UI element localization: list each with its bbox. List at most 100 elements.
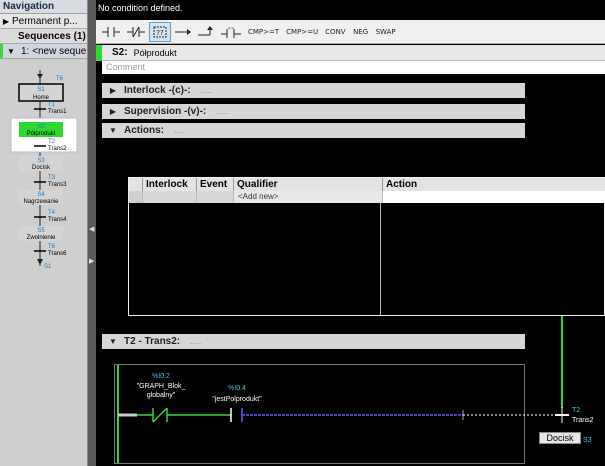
next-step-docisk[interactable]: Docisk — [539, 432, 581, 444]
transition-label: T2 - Trans2: — [124, 336, 181, 347]
transition-t1-name: Trans1 — [48, 109, 67, 115]
collapse-left-icon[interactable]: ◀ — [89, 226, 95, 234]
navigation-title: Navigation — [0, 0, 87, 14]
sequence-item[interactable]: ▼ 1: <new seque — [0, 44, 87, 59]
chevron-down-icon[interactable]: ▼ — [102, 126, 124, 135]
status-message: No condition defined. — [96, 0, 605, 16]
sequence-overview: T6 S1 Home T1 Trans1 S2 Półprodukt T2 Tr… — [0, 60, 87, 466]
chevron-right-icon[interactable]: ▶ — [102, 86, 124, 95]
open-branch-icon[interactable] — [172, 22, 194, 42]
step-s5-id: S5 — [37, 228, 45, 234]
column-interlock[interactable]: Interlock — [143, 178, 197, 191]
step-s1-name: Home — [33, 95, 50, 101]
target-step-id: S3 — [583, 437, 592, 444]
step-s4[interactable]: S4 Nagrzewanie — [19, 190, 63, 205]
transition-t6-name: Trans6 — [48, 251, 67, 257]
comment-field[interactable]: Comment — [102, 61, 605, 74]
section-dots: ..... — [190, 337, 202, 346]
pane-splitter[interactable]: ◀ ▶ — [88, 0, 96, 466]
step-s1[interactable]: S1 Home — [18, 83, 64, 102]
step-s4-id: S4 — [37, 192, 45, 198]
action-cell[interactable] — [383, 191, 605, 203]
chevron-down-icon[interactable]: ▼ — [5, 47, 17, 56]
transition-t1-id: T1 — [48, 102, 56, 108]
section-dots: ..... — [174, 126, 186, 135]
step-s4-name: Nagrzewanie — [23, 199, 59, 205]
transition-t3-name: Trans3 — [48, 182, 67, 188]
expand-right-icon[interactable]: ▶ — [89, 258, 95, 266]
table-row[interactable]: <Add new> — [129, 191, 605, 203]
cmp-time-button[interactable]: CMP>=T — [245, 22, 282, 42]
step-title[interactable]: Półprodukt — [128, 48, 177, 58]
sequences-header[interactable]: Sequences (1) — [0, 29, 87, 44]
contact2-address: %I0.4 — [228, 385, 246, 392]
transition-t6-id: T6 — [48, 244, 56, 250]
column-event[interactable]: Event — [197, 178, 234, 191]
actions-table: Interlock Event Qualifier Action <Add ne… — [128, 177, 605, 316]
actions-section[interactable]: ▼ Actions: ..... — [102, 123, 525, 138]
section-dots: ..... — [216, 107, 228, 116]
column-action[interactable]: Action — [383, 178, 605, 191]
transition-t4[interactable]: T4 Trans4 — [34, 210, 67, 223]
chevron-right-icon[interactable]: ▶ — [102, 107, 124, 116]
transition-t4-id: T4 — [48, 210, 56, 216]
step-editor: No condition defined. ?? == CMP>=T CMP>=… — [96, 0, 605, 466]
contact1-tag1: "GRAPH_Blok_ — [137, 383, 186, 390]
row-header-cell — [129, 178, 143, 191]
step-s5[interactable]: S5 Zwolnienie — [19, 226, 63, 241]
row-handle[interactable] — [129, 191, 143, 203]
bottom-jump-label: S1 — [44, 264, 52, 270]
transition-t1[interactable]: T1 Trans1 — [34, 102, 67, 115]
interlock-cell[interactable] — [143, 191, 197, 203]
transition-ladder: %I0.2 "GRAPH_Blok_ globalny" %I0.4 "jest… — [117, 365, 594, 463]
contact1-tag2: globalny" — [147, 392, 176, 399]
column-qualifier[interactable]: Qualifier — [234, 178, 383, 191]
transition-t3-id: T3 — [48, 175, 56, 181]
add-new-cell[interactable]: <Add new> — [234, 191, 383, 203]
step-s3-name: Docisk — [32, 165, 51, 171]
transition-t6[interactable]: T6 Trans6 — [34, 244, 67, 257]
transition-t4-name: Trans4 — [48, 217, 67, 223]
step-s2[interactable]: S2 Półprodukt — [19, 122, 63, 137]
step-s2-id: S2 — [37, 124, 45, 130]
transition-t2-name: Trans2 — [48, 146, 67, 152]
transition-network: %I0.2 "GRAPH_Blok_ globalny" %I0.4 "jest… — [114, 364, 594, 464]
chevron-right-icon[interactable]: ▶ — [0, 17, 12, 26]
step-header: S2: Półprodukt — [96, 44, 605, 61]
step-s3-id: S3 — [37, 158, 45, 164]
comparison-contact-icon[interactable]: == — [218, 22, 244, 42]
svg-text:??: ?? — [156, 29, 164, 37]
top-jump-label: T6 — [56, 76, 64, 82]
step-s3[interactable]: S3 Docisk — [19, 156, 63, 171]
step-s5-name: Zwolnienie — [27, 235, 56, 241]
sequence-item-label: 1: <new seque — [21, 45, 87, 57]
step-id: S2: — [112, 47, 128, 58]
conv-button[interactable]: CONV — [322, 22, 348, 42]
chevron-down-icon[interactable]: ▼ — [102, 337, 124, 346]
neg-button[interactable]: NEG — [350, 22, 372, 42]
transition-t3[interactable]: T3 Trans3 — [34, 175, 67, 188]
cmp-time-u-button[interactable]: CMP>=U — [283, 22, 321, 42]
swap-button[interactable]: SWAP — [373, 22, 399, 42]
section-dots: ..... — [200, 86, 212, 95]
active-marker — [0, 44, 3, 58]
contact-jest-polprodukt[interactable]: %I0.4 "jestPolprodukt" — [212, 385, 262, 422]
normally-open-contact-icon[interactable] — [99, 22, 123, 42]
interlock-label: Interlock -(c)-: — [124, 85, 191, 96]
interlock-section[interactable]: ▶ Interlock -(c)-: ..... — [102, 83, 525, 98]
transition-section[interactable]: ▼ T2 - Trans2: ..... — [102, 334, 525, 349]
navigation-pane: Navigation ▶ Permanent p... Sequences (1… — [0, 0, 88, 466]
target-transition-name: Trans2 — [572, 417, 594, 424]
column-divider — [380, 203, 381, 315]
supervision-section[interactable]: ▶ Supervision -(v)-: ..... — [102, 104, 525, 119]
permanent-operations-item[interactable]: ▶ Permanent p... — [0, 14, 87, 29]
supervision-label: Supervision -(v)-: — [124, 106, 207, 117]
svg-text:==: == — [228, 26, 235, 30]
empty-box-icon[interactable]: ?? — [149, 21, 171, 42]
step-s1-id: S1 — [37, 87, 45, 93]
close-branch-icon[interactable] — [195, 22, 217, 42]
normally-closed-contact-icon[interactable] — [124, 22, 148, 42]
contact2-tag: "jestPolprodukt" — [212, 396, 262, 403]
sequence-graph: T6 S1 Home T1 Trans1 S2 Półprodukt T2 Tr… — [10, 70, 78, 270]
event-cell[interactable] — [197, 191, 234, 203]
